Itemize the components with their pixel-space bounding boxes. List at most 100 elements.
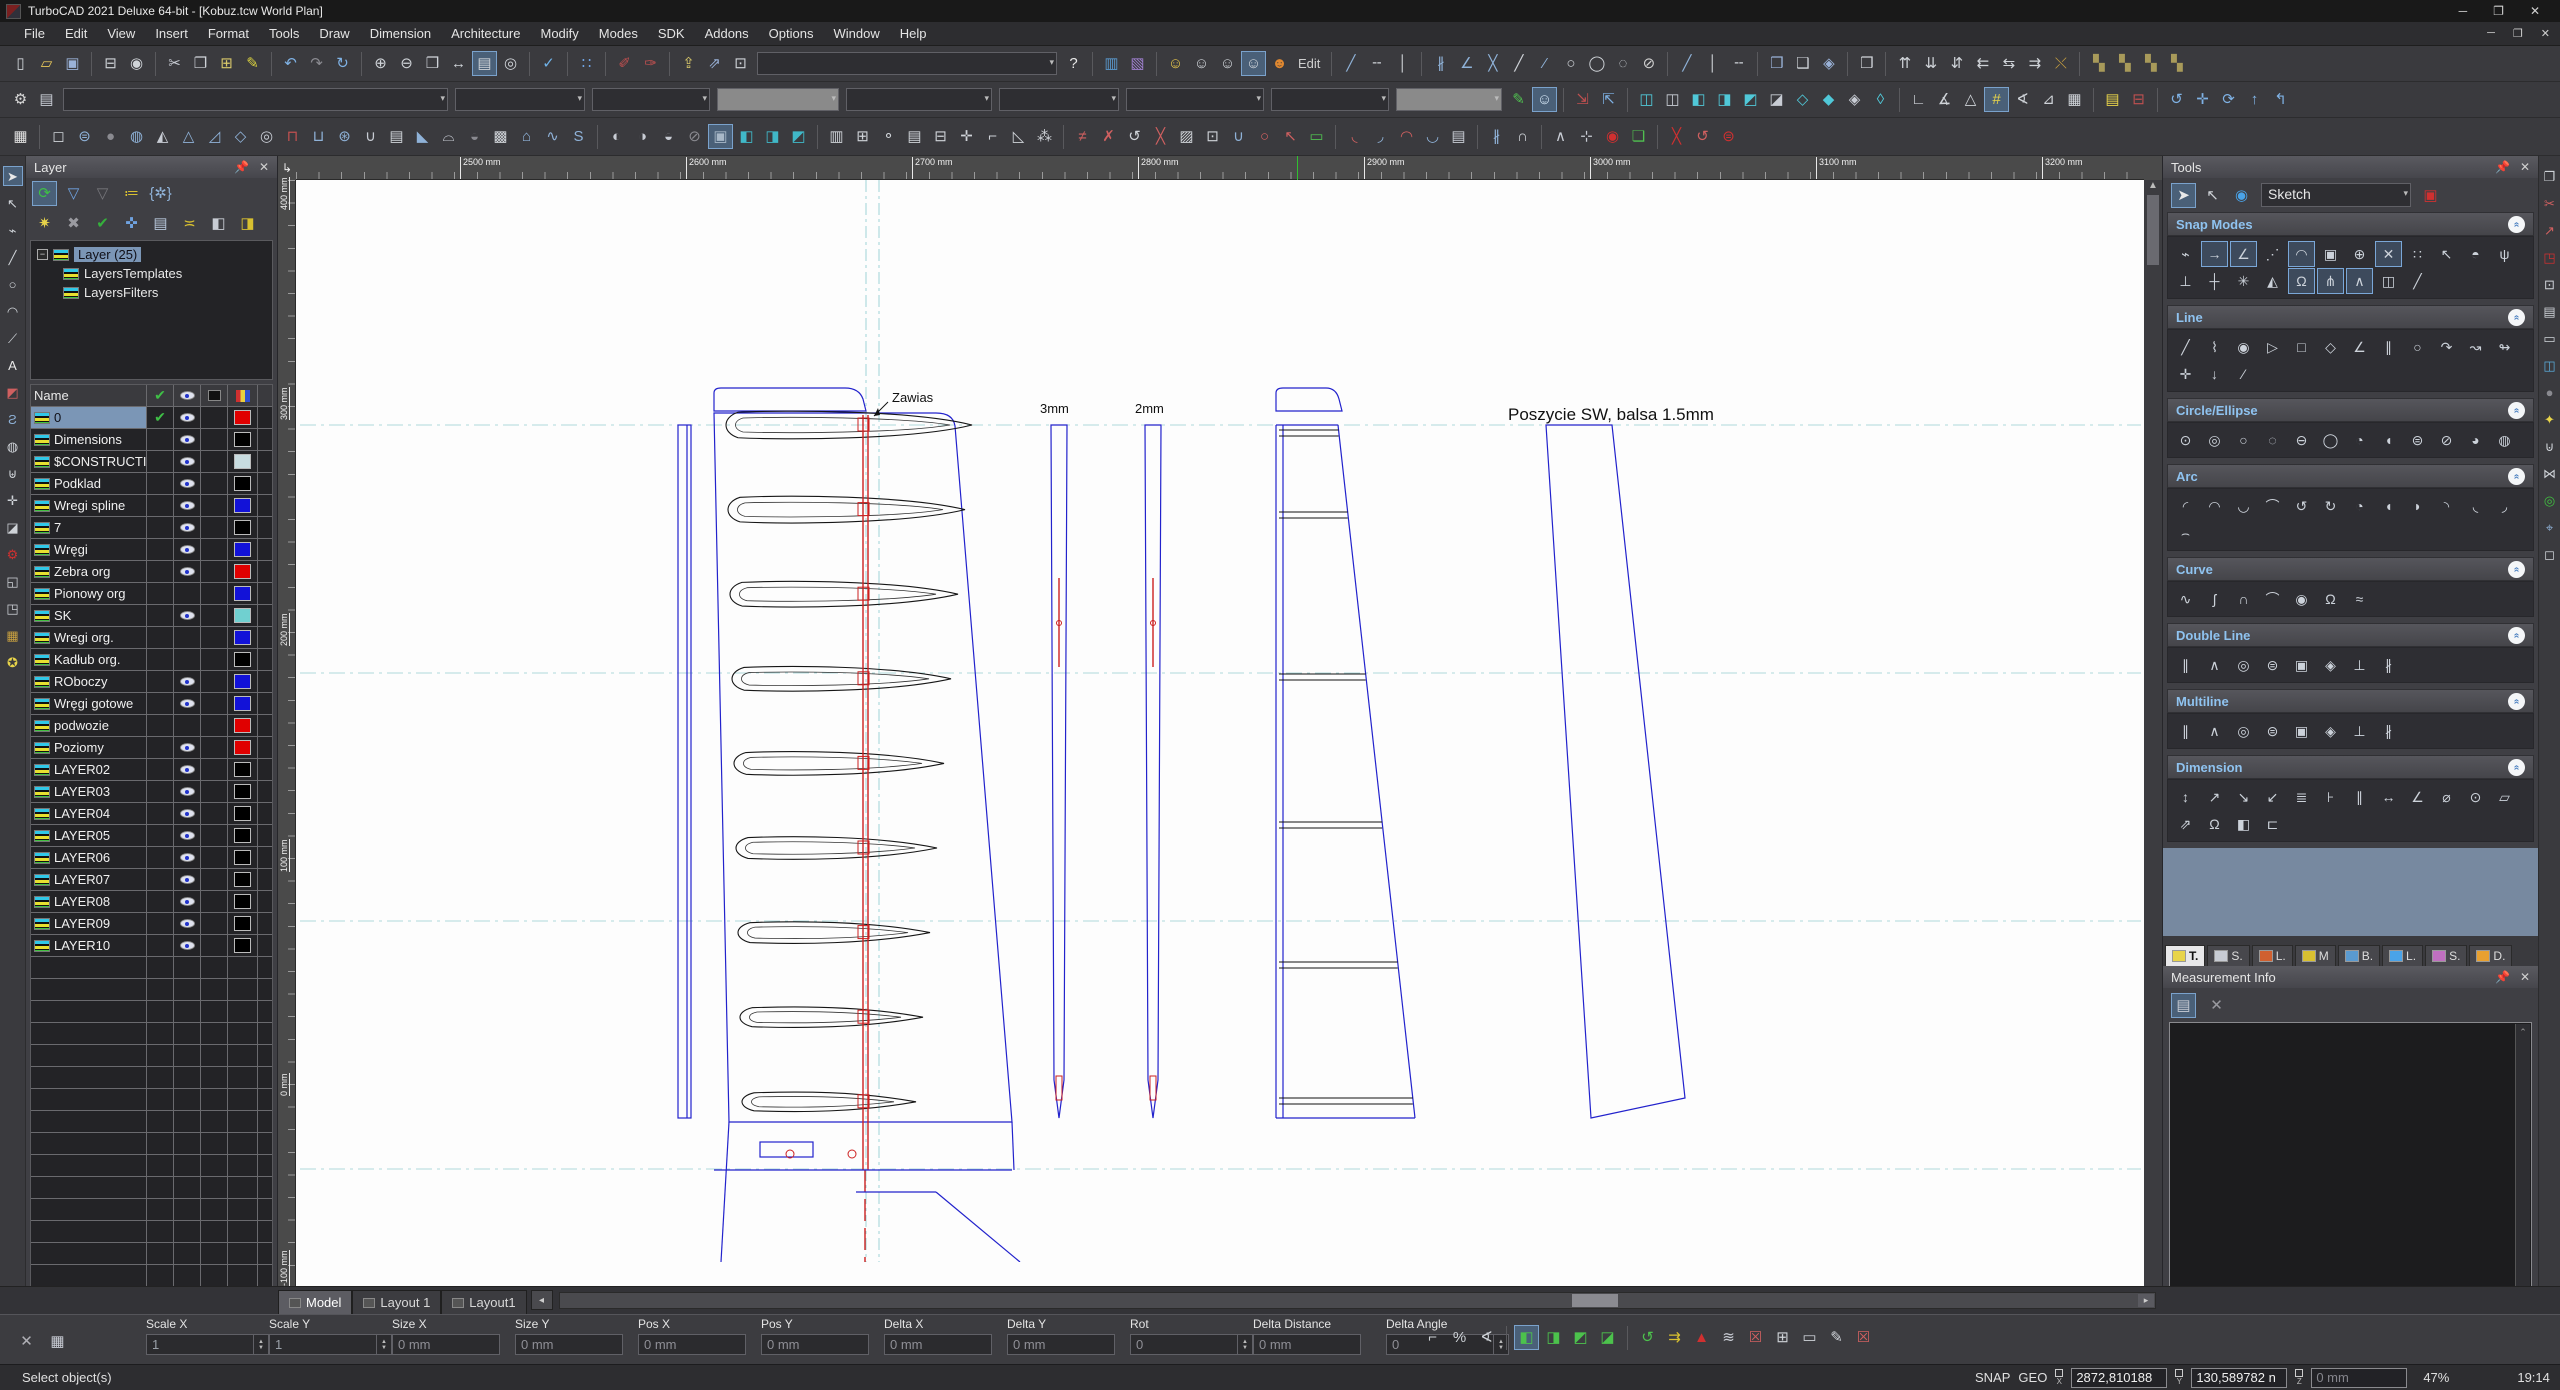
layer-visible-eye-icon[interactable] [179, 545, 195, 554]
degrade-warning-icon[interactable]: ▲ [1689, 1325, 1714, 1350]
measure-area-icon[interactable]: △ [1958, 87, 1983, 112]
layer-color-swatch[interactable] [234, 630, 251, 645]
field-spinner[interactable]: ▲ ▼ [1238, 1334, 1253, 1355]
clear-fields-icon[interactable]: ✕ [14, 1329, 39, 1354]
snap-plane-icon[interactable]: ◫ [2375, 268, 2402, 294]
curve-spiral-icon[interactable]: ⌒ [2259, 586, 2286, 612]
box-3d-icon[interactable]: ◻ [46, 124, 71, 149]
field-input[interactable]: 0 [1130, 1334, 1238, 1355]
boolean-merge-icon[interactable]: ◩ [786, 124, 811, 149]
slab-3d-icon[interactable]: ◣ [410, 124, 435, 149]
layer-colors-icon[interactable]: ≔ [119, 181, 144, 206]
text-style-combo[interactable]: ▾ [1126, 88, 1264, 111]
move-tool-icon[interactable]: ✛ [3, 490, 23, 510]
menu-draw[interactable]: Draw [309, 23, 359, 44]
layer-color-swatch[interactable] [234, 608, 251, 623]
section-collapse-icon[interactable]: « [2508, 560, 2525, 578]
layer-row-0[interactable]: 0 ✔ [31, 407, 272, 429]
layer-color-swatch[interactable] [234, 916, 251, 931]
dim-leader-icon[interactable]: ▱ [2491, 784, 2518, 810]
section-collapse-icon[interactable]: « [2508, 626, 2525, 644]
layer-color-swatch[interactable] [234, 476, 251, 491]
zoom-page-icon[interactable]: ▤ [472, 51, 497, 76]
multi-perpendicular-icon[interactable]: ⊥ [2346, 718, 2373, 744]
layer-visible-eye-icon[interactable] [179, 523, 195, 532]
vertical-ruler[interactable]: 400 mm 300 mm 200 mm 100 mm 0 mm -100 mm [278, 177, 296, 1314]
dim-baseline-icon[interactable]: ≣ [2288, 784, 2315, 810]
hatch-region-icon[interactable]: ▨ [1174, 124, 1199, 149]
layer-color-swatch[interactable] [234, 454, 251, 469]
arc-node-icon[interactable]: ∩ [1510, 124, 1535, 149]
workplane-origin-icon[interactable]: ◈ [1842, 87, 1867, 112]
move-pick-icon[interactable]: ↗ [2540, 220, 2560, 240]
boolean-add-icon[interactable]: ◐ [604, 124, 629, 149]
copy-stack-icon[interactable]: ❐ [2540, 166, 2560, 186]
field-input[interactable]: 0 mm [1253, 1334, 1361, 1355]
align-center-icon[interactable]: ⇆ [1996, 51, 2021, 76]
double-parallel-icon[interactable]: ∦ [2375, 652, 2402, 678]
layer-stack-icon[interactable]: ▤ [2540, 301, 2560, 321]
layer-row-Wregi org.[interactable]: Wregi org. [31, 627, 272, 649]
layer-color-swatch[interactable] [234, 586, 251, 601]
angle-line-icon[interactable]: ∠ [1454, 51, 1479, 76]
menu-sdk[interactable]: SDK [648, 23, 695, 44]
cut-icon[interactable]: ✂ [162, 51, 187, 76]
layer-color-swatch[interactable] [234, 938, 251, 953]
array-radial-icon[interactable]: ⚬ [876, 124, 901, 149]
spar-ladder-frame[interactable] [1275, 387, 1416, 1119]
circle-quarter-icon[interactable]: ◔ [2346, 427, 2373, 453]
dim-tolerance-icon[interactable]: Ω [2201, 811, 2228, 837]
spar-strip-2mm[interactable] [1144, 424, 1162, 1119]
layer-col-visible-icon[interactable] [179, 391, 195, 400]
section-collapse-icon[interactable]: « [2508, 692, 2525, 710]
array-grid-icon[interactable]: ⊞ [850, 124, 875, 149]
sphere-tool-icon[interactable]: ◍ [3, 436, 23, 456]
select-mode-normal-icon[interactable]: ◧ [1514, 1325, 1539, 1350]
snap-centroid-icon[interactable]: ⊕ [2346, 241, 2373, 267]
fin-ribs[interactable] [725, 410, 973, 1113]
refresh-layers-icon[interactable]: ⟳ [32, 180, 57, 206]
snap-aperture-icon[interactable]: ✪ [3, 652, 23, 672]
layer-row-ROboczy[interactable]: ROboczy [31, 671, 272, 693]
layer-color-swatch[interactable] [234, 410, 251, 425]
fillet-icon[interactable]: ◟ [1342, 124, 1367, 149]
line-tangent-from-arc-icon[interactable]: ↝ [2462, 334, 2489, 360]
workplane-top-icon[interactable]: ◧ [1686, 87, 1711, 112]
menu-modes[interactable]: Modes [589, 23, 648, 44]
line-polyline-icon[interactable]: ⌇ [2201, 334, 2228, 360]
workplane-view-icon[interactable]: ◊ [1868, 87, 1893, 112]
markup-pen-icon[interactable]: ✑ [638, 51, 663, 76]
no-handles-icon[interactable]: ☒ [1851, 1325, 1876, 1350]
save-icon[interactable]: ▣ [60, 51, 85, 76]
wing-rib[interactable] [737, 921, 931, 944]
sphere-3d-icon[interactable]: ⊜ [72, 124, 97, 149]
snap-vertex-icon[interactable]: ∠ [2230, 241, 2257, 267]
canvas-vscroll-thumb[interactable] [2147, 195, 2159, 265]
circle-tool-icon[interactable]: ○ [3, 274, 23, 294]
measure-perimeter-icon[interactable]: ⊿ [2036, 87, 2061, 112]
layer-row-LAYER07[interactable]: LAYER07 [31, 869, 272, 891]
text-tool-icon[interactable]: A [3, 355, 23, 375]
rotate-copy-icon[interactable]: ↺ [1122, 124, 1147, 149]
double-perpendicular-icon[interactable]: ⊥ [2346, 652, 2373, 678]
viewport-cascade-icon[interactable]: ◳ [3, 598, 23, 618]
layer-visible-eye-icon[interactable] [179, 435, 195, 444]
doc-tab-model[interactable]: Model [278, 1290, 353, 1314]
layer-color-swatch[interactable] [234, 872, 251, 887]
brush-style-combo[interactable]: ▾ [846, 88, 992, 111]
section-collapse-icon[interactable]: « [2508, 308, 2525, 326]
xyz-axes-icon[interactable]: ⇉ [1662, 1325, 1687, 1350]
y-coord-field[interactable]: 130,589782 n [2191, 1367, 2288, 1388]
layer-color-swatch[interactable] [234, 718, 251, 733]
extrude-3d-icon[interactable]: ⊔ [306, 124, 331, 149]
layer-color-swatch[interactable] [234, 432, 251, 447]
three-d-curve-tool-icon[interactable]: Ƨ [3, 409, 23, 429]
zoom-window-icon[interactable]: ❒ [420, 51, 445, 76]
boolean-block-icon[interactable]: ▣ [708, 124, 733, 149]
line-rectangle-icon[interactable]: □ [2288, 334, 2315, 360]
workplane-front-icon[interactable]: ◨ [1712, 87, 1737, 112]
multi-polygon-center-icon[interactable]: ◎ [2230, 718, 2257, 744]
array-linear-icon[interactable]: ▤ [902, 124, 927, 149]
select-frame-icon[interactable]: ❑ [1790, 51, 1815, 76]
publish-pdf-icon[interactable]: ▤ [2100, 87, 2125, 112]
